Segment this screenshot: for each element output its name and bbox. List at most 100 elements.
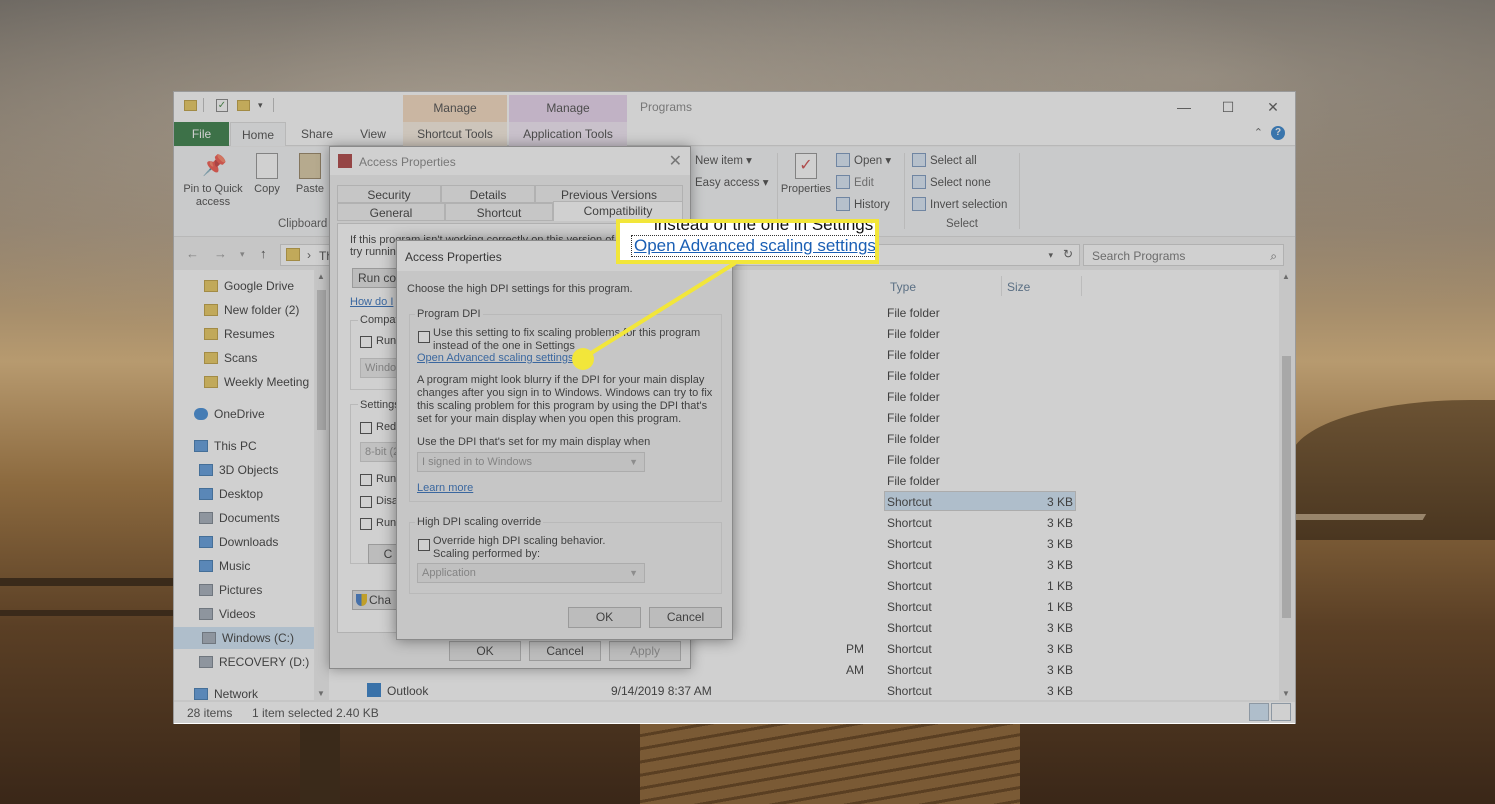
tab-security[interactable]: Security [337, 185, 441, 203]
cell-type: Shortcut [887, 579, 932, 593]
file-list-scroll-thumb[interactable] [1282, 356, 1291, 618]
recent-dropdown-icon[interactable]: ▾ [240, 249, 245, 260]
nav-item[interactable]: This PC [194, 435, 257, 457]
minimize-icon[interactable]: — [1170, 96, 1198, 118]
disable-fullscreen-checkbox[interactable] [360, 496, 372, 508]
invert-selection-button[interactable]: Invert selection [912, 195, 1007, 215]
select-none-button[interactable]: Select none [912, 173, 991, 193]
nav-item[interactable]: Weekly Meeting [204, 371, 309, 393]
search-icon[interactable]: ⌕ [1270, 249, 1277, 264]
tab-home[interactable]: Home [230, 122, 286, 146]
nav-item[interactable]: RECOVERY (D:) [199, 651, 309, 673]
properties-check-icon[interactable]: ✓ [216, 99, 228, 112]
cancel-button[interactable]: Cancel [529, 641, 601, 661]
customize-toolbar-icon[interactable]: ▾ [258, 100, 263, 114]
column-divider[interactable] [1001, 276, 1002, 296]
manage-shortcut-group[interactable]: Manage [403, 95, 507, 122]
refresh-icon[interactable]: ↻ [1063, 247, 1073, 261]
large-icons-view-icon[interactable] [1271, 703, 1291, 721]
edit-button[interactable]: Edit [836, 173, 874, 193]
properties-button[interactable]: ✓ Properties [780, 153, 832, 196]
dpi-cancel-button[interactable]: Cancel [649, 607, 722, 628]
pin-to-quick-access-button[interactable]: 📌 Pin to Quick access [180, 153, 246, 209]
table-row[interactable]: 9/14/2019 8:37 AM Shortcut 3 KB Outlook [329, 680, 1089, 701]
outlook-icon [367, 683, 381, 697]
nav-item[interactable]: Music [199, 555, 250, 577]
nav-item[interactable]: Pictures [199, 579, 262, 601]
close-icon[interactable]: ✕ [1259, 96, 1287, 118]
history-button[interactable]: History [836, 195, 890, 215]
run-admin-checkbox[interactable] [360, 518, 372, 530]
select-all-button[interactable]: Select all [912, 151, 977, 171]
tab-details[interactable]: Details [441, 185, 535, 203]
override-checkbox[interactable] [418, 539, 430, 551]
nav-item[interactable]: Resumes [204, 323, 275, 345]
dpi-ok-button[interactable]: OK [568, 607, 641, 628]
nav-item[interactable]: 3D Objects [199, 459, 278, 481]
run-compat-checkbox[interactable] [360, 336, 372, 348]
nav-scrollbar[interactable]: ▲ ▼ [314, 270, 329, 700]
nav-item[interactable]: New folder (2) [204, 299, 299, 321]
use-dpi-label: Use the DPI that's set for my main displ… [417, 436, 651, 448]
nav-item[interactable]: Downloads [199, 531, 278, 553]
how-do-i-link[interactable]: How do I [350, 296, 393, 308]
callout-cut-text: instead of the one in Settings [654, 219, 874, 234]
up-arrow-icon[interactable]: ↑ [260, 246, 267, 261]
search-input[interactable]: Search Programs [1092, 249, 1185, 263]
maximize-icon[interactable]: ☐ [1214, 96, 1242, 118]
dpi-timing-select[interactable]: I signed in to Windows ▼ [417, 452, 645, 472]
forward-arrow-icon[interactable]: → [214, 246, 227, 261]
column-type[interactable]: Type [890, 280, 916, 294]
explorer-titlebar: ✓ ▾ Manage Manage Programs — ☐ ✕ [174, 92, 1295, 122]
run-troubleshooter-button[interactable]: Run co [352, 268, 402, 288]
collapse-ribbon-icon[interactable]: ⌃ [1254, 126, 1263, 139]
paste-button[interactable]: Paste [294, 153, 326, 196]
tab-application-tools[interactable]: Application Tools [509, 122, 627, 146]
cell-size: 1 KB [1046, 579, 1073, 593]
scaling-performer-select[interactable]: Application ▼ [417, 563, 645, 583]
nav-item[interactable]: Windows (C:) [174, 627, 314, 649]
manage-application-group[interactable]: Manage [509, 95, 627, 122]
run-640-checkbox[interactable] [360, 474, 372, 486]
use-setting-checkbox[interactable] [418, 331, 430, 343]
tab-shortcut-tools[interactable]: Shortcut Tools [403, 122, 507, 146]
tab-compatibility[interactable]: Compatibility [553, 201, 683, 221]
callout-link[interactable]: Open Advanced scaling settings [631, 235, 875, 257]
close-icon[interactable]: ✕ [669, 151, 682, 171]
nav-item[interactable]: Desktop [199, 483, 263, 505]
nav-item[interactable]: OneDrive [194, 403, 265, 425]
learn-more-link[interactable]: Learn more [417, 482, 473, 494]
new-item-button[interactable]: New item ▾ [695, 151, 752, 171]
search-box[interactable]: Search Programs ⌕ [1083, 244, 1284, 266]
tab-shortcut[interactable]: Shortcut [445, 203, 553, 221]
nav-item[interactable]: Google Drive [204, 275, 294, 297]
open-advanced-scaling-link[interactable]: Open Advanced scaling settings [417, 352, 574, 364]
back-arrow-icon[interactable]: ← [186, 246, 199, 261]
ok-button[interactable]: OK [449, 641, 521, 661]
folder-icon[interactable] [184, 100, 197, 111]
nav-item[interactable]: Documents [199, 507, 280, 529]
nav-item[interactable]: Videos [199, 603, 255, 625]
cell-type: File folder [887, 390, 940, 404]
nav-scroll-thumb[interactable] [317, 290, 326, 430]
compat-intro-2: try running [350, 246, 402, 258]
tab-view[interactable]: View [348, 122, 398, 146]
column-size[interactable]: Size [1007, 280, 1030, 294]
tab-general[interactable]: General [337, 203, 445, 221]
easy-access-button[interactable]: Easy access ▾ [695, 173, 769, 193]
help-icon[interactable]: ? [1271, 126, 1285, 140]
nav-item[interactable]: Scans [204, 347, 257, 369]
open-button[interactable]: Open ▾ [836, 151, 891, 171]
separator [273, 98, 274, 112]
tab-share[interactable]: Share [292, 122, 342, 146]
new-folder-icon[interactable] [237, 100, 250, 111]
apply-button[interactable]: Apply [609, 641, 681, 661]
chevron-right-icon[interactable]: › [307, 248, 311, 262]
file-list-scrollbar[interactable]: ▲ ▼ [1279, 270, 1294, 700]
copy-button[interactable]: Copy [252, 153, 282, 196]
details-view-icon[interactable] [1249, 703, 1269, 721]
reduced-color-checkbox[interactable] [360, 422, 372, 434]
address-dropdown-icon[interactable]: ▾ [1048, 250, 1053, 261]
column-divider[interactable] [1081, 276, 1082, 296]
tab-file[interactable]: File [174, 122, 229, 146]
